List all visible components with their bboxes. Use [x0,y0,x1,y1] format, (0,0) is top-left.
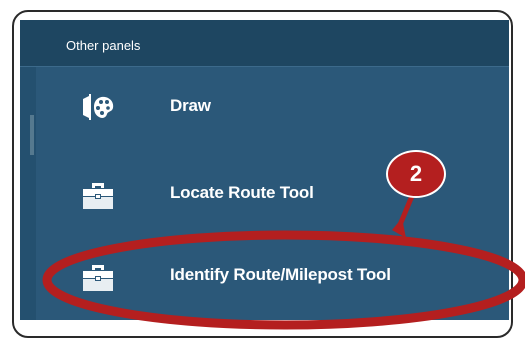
panel-item-identify-route-milepost-tool[interactable]: Identify Route/Milepost Tool [36,246,509,306]
panel-left-edge [20,67,36,320]
panel-header-label: Other panels [66,38,141,53]
scrollbar-stub[interactable] [30,115,34,155]
draw-palette-icon [80,91,116,123]
toolbox-icon [80,178,116,210]
panel-header: Other panels [20,20,509,67]
panel-item-label: Draw [170,96,211,115]
panel-item-label: Locate Route Tool [170,183,314,202]
step-number-badge: 2 [386,150,446,198]
panel-item-label: Identify Route/Milepost Tool [170,265,391,284]
toolbox-icon [80,260,116,292]
panel-item-draw[interactable]: Draw [36,77,509,137]
